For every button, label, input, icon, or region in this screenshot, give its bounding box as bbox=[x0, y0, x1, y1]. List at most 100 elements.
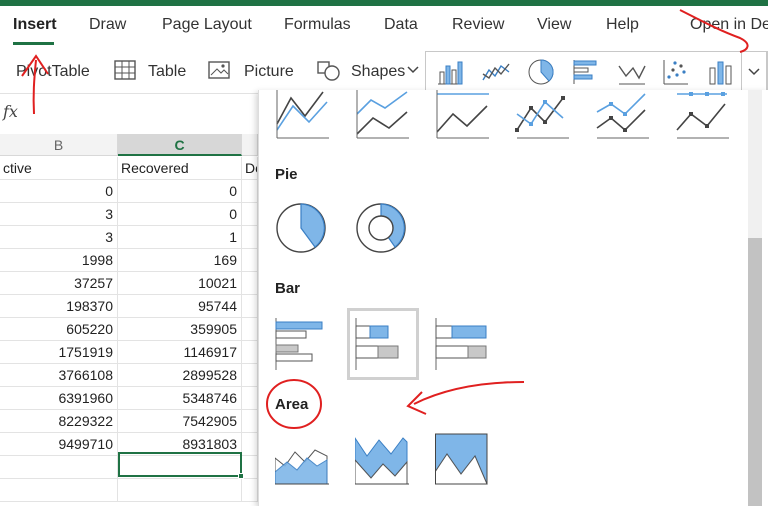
cell-recovered[interactable]: 7542905 bbox=[118, 410, 242, 433]
header-cell-deaths[interactable]: De bbox=[242, 157, 258, 180]
cell-active[interactable]: 1751919 bbox=[0, 341, 118, 364]
table-button[interactable]: Table bbox=[148, 63, 186, 81]
percent-bar-thumbnail[interactable] bbox=[435, 316, 491, 372]
column-header-b[interactable]: B bbox=[0, 134, 118, 156]
cell-active[interactable]: 605220 bbox=[0, 318, 118, 341]
tab-view[interactable]: View bbox=[537, 16, 571, 34]
selected-cell[interactable] bbox=[118, 452, 242, 477]
bar-chart-icon[interactable] bbox=[572, 58, 600, 86]
tab-formulas[interactable]: Formulas bbox=[284, 16, 351, 34]
cell-deaths[interactable] bbox=[242, 341, 258, 364]
panel-scrollbar-thumb[interactable] bbox=[748, 238, 762, 506]
header-cell-recovered[interactable]: Recovered bbox=[118, 157, 242, 180]
cell-deaths[interactable] bbox=[242, 456, 258, 479]
tab-review[interactable]: Review bbox=[452, 16, 504, 34]
stacked-line-thumbnail[interactable] bbox=[355, 90, 411, 140]
cell-active[interactable]: 1998 bbox=[0, 249, 118, 272]
cell-recovered[interactable]: 0 bbox=[118, 203, 242, 226]
cell-deaths[interactable] bbox=[242, 318, 258, 341]
clustered-bar-thumbnail[interactable] bbox=[275, 316, 331, 372]
column-header-c[interactable]: C bbox=[118, 134, 242, 156]
cell-recovered[interactable]: 169 bbox=[118, 249, 242, 272]
tab-draw[interactable]: Draw bbox=[89, 16, 126, 34]
column-chart-icon[interactable] bbox=[436, 58, 464, 86]
cell-recovered[interactable]: 1146917 bbox=[118, 341, 242, 364]
cell-recovered[interactable]: 10021 bbox=[118, 272, 242, 295]
column-header-d[interactable] bbox=[242, 134, 258, 156]
area-chart-icon[interactable] bbox=[617, 58, 647, 86]
stacked-bar-thumbnail[interactable] bbox=[347, 308, 419, 380]
function-icon[interactable]: fx bbox=[3, 102, 18, 121]
pie-chart-icon[interactable] bbox=[527, 58, 555, 86]
percent-line-thumbnail[interactable] bbox=[435, 90, 491, 140]
picture-button[interactable]: Picture bbox=[244, 63, 294, 81]
cell-deaths[interactable] bbox=[242, 272, 258, 295]
cell-active[interactable]: 0 bbox=[0, 180, 118, 203]
table-row: 3766108 2899528 bbox=[0, 364, 258, 387]
table-icon[interactable] bbox=[114, 60, 136, 80]
cell-active[interactable]: 198370 bbox=[0, 295, 118, 318]
header-cell-active[interactable]: ctive bbox=[0, 157, 118, 180]
percent-line-markers-thumbnail[interactable] bbox=[675, 90, 731, 140]
table-row: ctive Recovered De bbox=[0, 157, 258, 180]
scatter-chart-icon[interactable] bbox=[662, 58, 690, 86]
table-row: 1751919 1146917 bbox=[0, 341, 258, 364]
formula-bar[interactable]: fx bbox=[0, 97, 258, 129]
cell-deaths[interactable] bbox=[242, 249, 258, 272]
cell-active[interactable]: 3 bbox=[0, 203, 118, 226]
cell-recovered[interactable]: 95744 bbox=[118, 295, 242, 318]
cell-active[interactable]: 8229322 bbox=[0, 410, 118, 433]
cell-active[interactable]: 9499710 bbox=[0, 433, 118, 456]
shapes-icon[interactable] bbox=[317, 60, 343, 82]
cell-recovered[interactable]: 2899528 bbox=[118, 364, 242, 387]
cell-deaths[interactable] bbox=[242, 295, 258, 318]
fill-handle[interactable] bbox=[238, 473, 244, 479]
more-charts-dropdown[interactable] bbox=[741, 51, 767, 91]
cell-active[interactable] bbox=[0, 479, 118, 502]
area-thumbnail[interactable] bbox=[275, 432, 329, 486]
cell-deaths[interactable] bbox=[242, 180, 258, 203]
picture-icon[interactable] bbox=[208, 60, 232, 80]
stock-chart-icon[interactable] bbox=[707, 58, 735, 86]
table-row bbox=[0, 479, 258, 502]
cell-active[interactable]: 37257 bbox=[0, 272, 118, 295]
open-in-desktop-button[interactable]: Open in De bbox=[690, 16, 768, 34]
cell-recovered[interactable]: 359905 bbox=[118, 318, 242, 341]
cell-deaths[interactable] bbox=[242, 479, 258, 502]
line-chart-icon[interactable] bbox=[481, 58, 511, 86]
tab-data[interactable]: Data bbox=[384, 16, 418, 34]
stacked-area-thumbnail[interactable] bbox=[355, 432, 409, 486]
cell-deaths[interactable] bbox=[242, 433, 258, 456]
tab-insert[interactable]: Insert bbox=[13, 16, 57, 34]
cell-active[interactable]: 3 bbox=[0, 226, 118, 249]
cell-recovered[interactable] bbox=[118, 479, 242, 502]
stacked-line-markers-thumbnail[interactable] bbox=[595, 90, 651, 140]
chart-type-panel: Pie Bar Area bbox=[258, 90, 768, 506]
shapes-button[interactable]: Shapes bbox=[351, 63, 405, 81]
doughnut-thumbnail[interactable] bbox=[355, 202, 407, 254]
pie-thumbnail[interactable] bbox=[275, 202, 327, 254]
table-row: 31 bbox=[0, 226, 258, 249]
cell-recovered[interactable]: 5348746 bbox=[118, 387, 242, 410]
percent-area-thumbnail[interactable] bbox=[435, 432, 489, 486]
cell-recovered[interactable]: 0 bbox=[118, 180, 242, 203]
cell-active[interactable]: 3766108 bbox=[0, 364, 118, 387]
cell-active[interactable] bbox=[0, 456, 118, 479]
tab-page-layout[interactable]: Page Layout bbox=[162, 16, 252, 34]
cell-active[interactable]: 6391960 bbox=[0, 387, 118, 410]
cell-deaths[interactable] bbox=[242, 410, 258, 433]
cell-deaths[interactable] bbox=[242, 203, 258, 226]
cell-deaths[interactable] bbox=[242, 226, 258, 249]
line-chart-thumbnail[interactable] bbox=[275, 90, 331, 140]
cell-deaths[interactable] bbox=[242, 387, 258, 410]
cell-recovered[interactable]: 1 bbox=[118, 226, 242, 249]
cell-deaths[interactable] bbox=[242, 364, 258, 387]
tab-help[interactable]: Help bbox=[606, 16, 639, 34]
line-markers-thumbnail[interactable] bbox=[515, 90, 571, 140]
table-row: 30 bbox=[0, 203, 258, 226]
pivottable-button[interactable]: PivotTable bbox=[16, 63, 90, 81]
chevron-down-icon[interactable] bbox=[407, 66, 419, 74]
ribbon-tabs: Insert Draw Page Layout Formulas Data Re… bbox=[0, 6, 768, 45]
tab-insert-underline bbox=[13, 42, 54, 45]
table-row: 8229322 7542905 bbox=[0, 410, 258, 433]
